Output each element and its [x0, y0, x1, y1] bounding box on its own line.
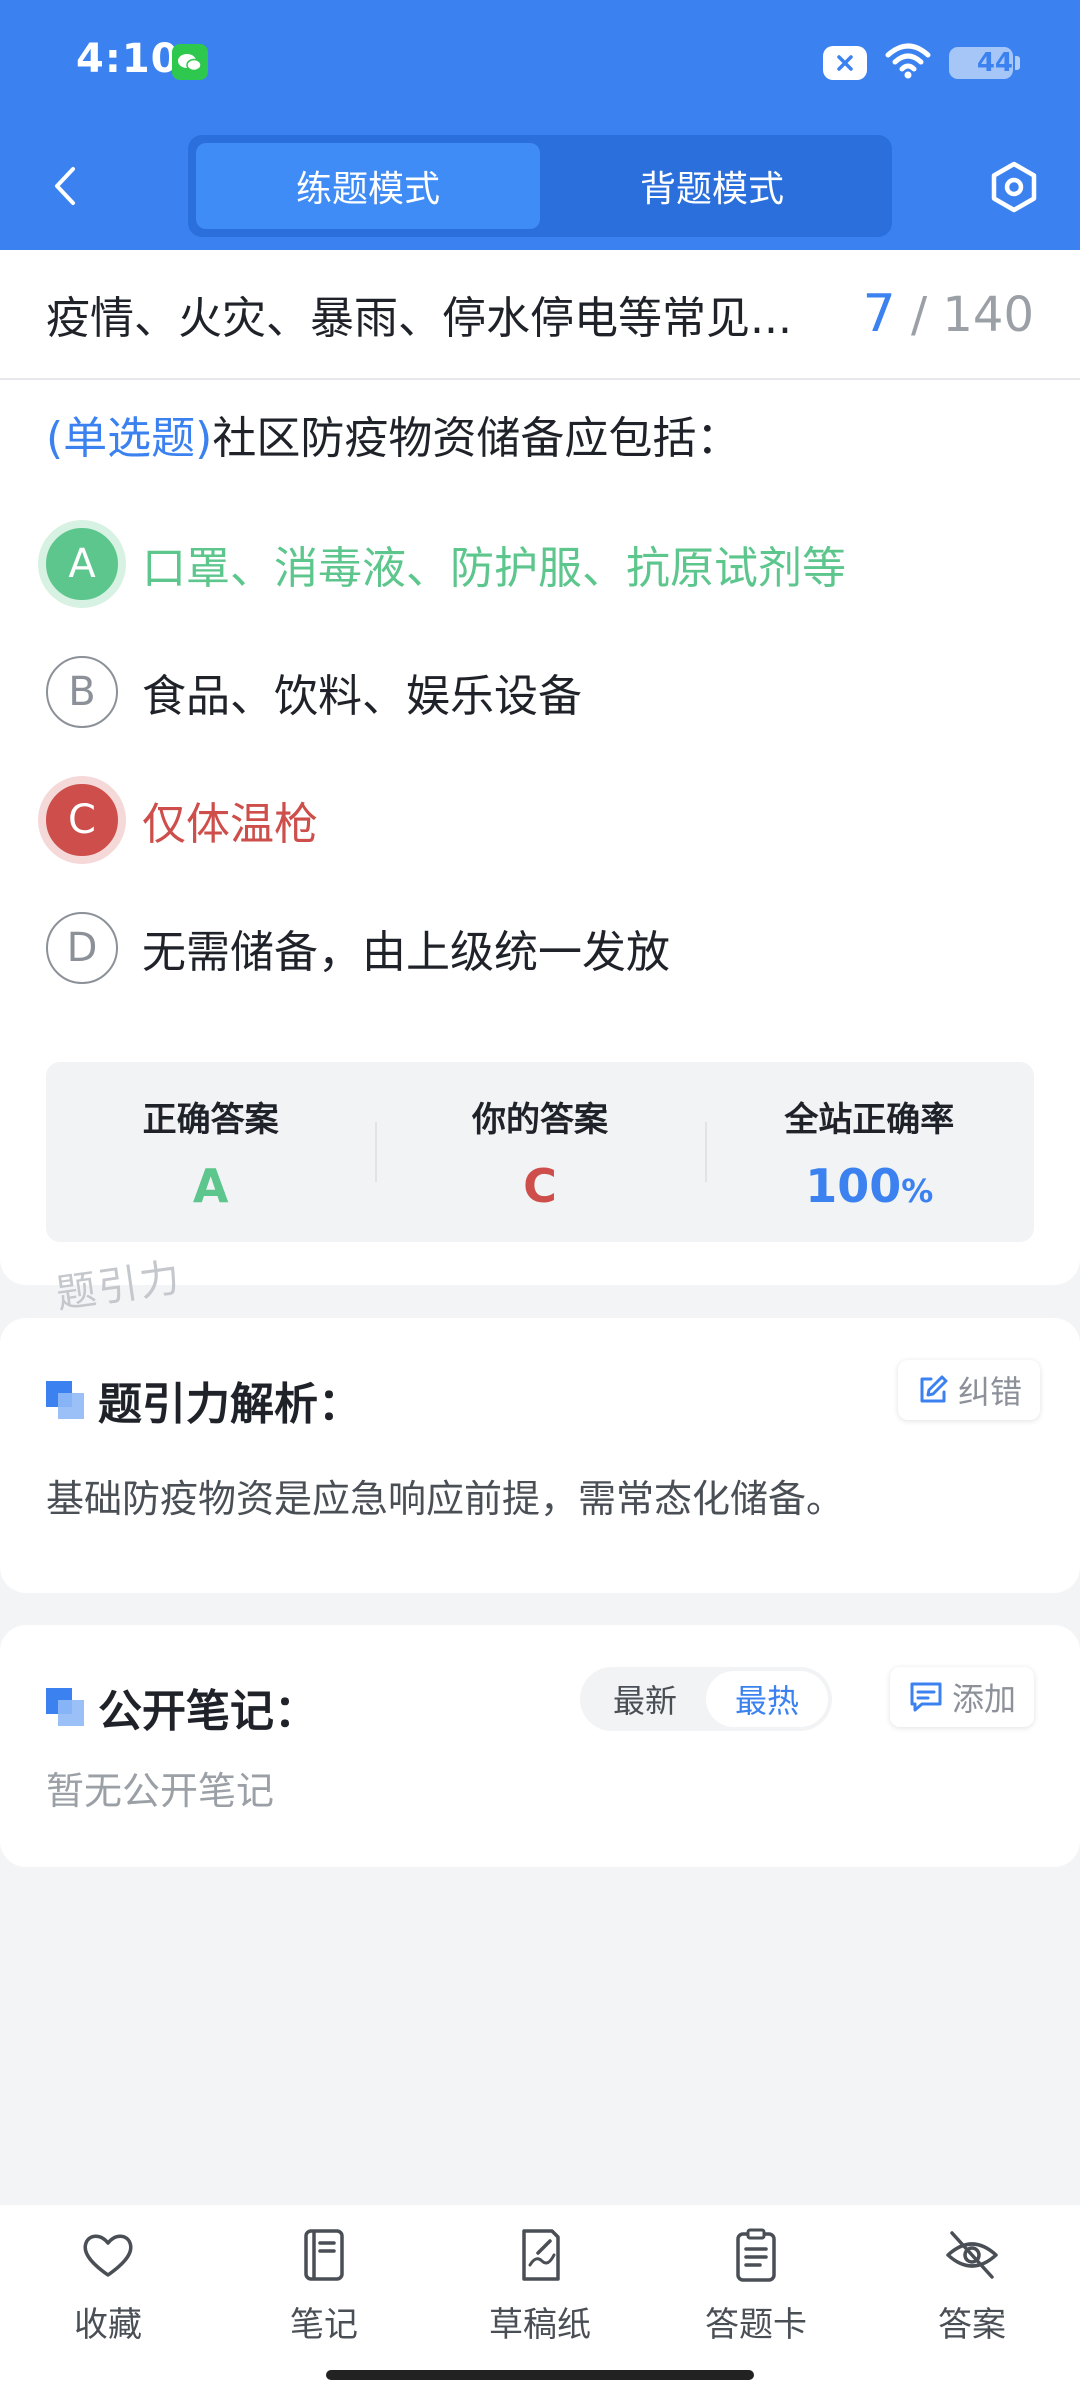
option-d[interactable]: D 无需储备，由上级统一发放 — [0, 884, 1080, 1012]
correct-answer-value: A — [192, 1159, 229, 1213]
edit-icon — [920, 1375, 948, 1403]
add-note-button[interactable]: 添加 — [890, 1667, 1035, 1727]
notes-label: 笔记 — [290, 2305, 358, 2345]
status-bar: 4:10 44 — [0, 0, 1080, 125]
notes-title: 公开笔记： — [98, 1686, 318, 1737]
correct-answer-block: 正确答案 A — [46, 1062, 375, 1242]
wechat-notification-icon — [172, 44, 208, 80]
no-sim-icon — [823, 46, 867, 80]
question-type: (单选题) — [46, 413, 213, 464]
option-text: 食品、饮料、娱乐设备 — [142, 670, 582, 722]
your-answer-block: 你的答案 C — [375, 1062, 704, 1242]
comment-icon — [910, 1682, 942, 1712]
home-indicator[interactable] — [326, 2370, 754, 2380]
options-list: A 口罩、消毒液、防护服、抗原试剂等 B 食品、饮料、娱乐设备 C 仅体温枪 D… — [0, 500, 1080, 1012]
nav-bar: 练题模式 背题模式 — [0, 125, 1080, 250]
report-error-button[interactable]: 纠错 — [898, 1360, 1041, 1420]
empty-notes-text: 暂无公开笔记 — [46, 1769, 275, 1813]
notebook-icon — [304, 2229, 344, 2281]
analysis-header: 题引力解析： — [46, 1368, 362, 1432]
your-answer-value: C — [523, 1159, 557, 1213]
wifi-icon — [885, 43, 931, 83]
accuracy-rate-value: 100% — [805, 1159, 933, 1213]
tab-practice-mode[interactable]: 练题模式 — [196, 143, 540, 229]
option-letter: A — [46, 527, 118, 600]
option-c[interactable]: C 仅体温枪 — [0, 756, 1080, 884]
back-button[interactable] — [42, 161, 92, 211]
question-card: 疫情、火灾、暴雨、停水停电等常见... 7 / 140 (单选题)社区防疫物资储… — [0, 250, 1080, 1285]
section-squares-icon — [46, 1688, 84, 1726]
accuracy-rate-label: 全站正确率 — [784, 1100, 955, 1140]
report-error-label: 纠错 — [958, 1373, 1023, 1411]
battery-tip — [1015, 56, 1020, 70]
public-notes-card: 公开笔记： 最新 最热 添加 暂无公开笔记 — [0, 1625, 1080, 1867]
total-questions: / 140 — [910, 287, 1034, 343]
answer-summary-panel: 正确答案 A 你的答案 C 全站正确率 100% — [46, 1062, 1034, 1242]
mode-toggle: 练题模式 背题模式 — [188, 135, 892, 237]
option-letter: B — [46, 655, 118, 728]
settings-hexagon-icon — [991, 161, 1037, 213]
question-stem: (单选题)社区防疫物资储备应包括： — [0, 380, 1080, 470]
question-text: 社区防疫物资储备应包括： — [212, 413, 741, 464]
analysis-text: 基础防疫物资是应急响应前提，需常态化储备。 — [46, 1477, 845, 1521]
sort-latest[interactable]: 最新 — [584, 1671, 706, 1727]
option-text: 仅体温枪 — [142, 798, 318, 850]
notes-header: 公开笔记： — [46, 1675, 318, 1739]
heart-icon — [83, 2234, 133, 2277]
option-text: 无需储备，由上级统一发放 — [142, 926, 670, 978]
correct-answer-label: 正确答案 — [142, 1100, 279, 1140]
chevron-left-icon — [55, 167, 75, 205]
current-question-number: 7 — [862, 284, 896, 344]
accuracy-rate-block: 全站正确率 100% — [704, 1062, 1034, 1242]
battery-level: 44 — [976, 48, 1013, 78]
battery-icon: 44 — [949, 47, 1013, 79]
sort-hottest[interactable]: 最热 — [706, 1671, 828, 1727]
show-answer-label: 答案 — [938, 2305, 1006, 2345]
status-icons: 44 — [823, 40, 1020, 86]
category-title: 疫情、火灾、暴雨、停水停电等常见... — [46, 293, 792, 344]
your-answer-label: 你的答案 — [471, 1100, 608, 1140]
analysis-title: 题引力解析： — [98, 1379, 362, 1430]
tab-memorize-mode[interactable]: 背题模式 — [540, 143, 884, 229]
accuracy-rate-number: 100 — [805, 1159, 902, 1213]
answer-sheet-icon — [736, 2228, 776, 2282]
draft-paper-label: 草稿纸 — [489, 2305, 591, 2345]
analysis-card: 题引力解析： 纠错 基础防疫物资是应急响应前提，需常态化储备。 — [0, 1318, 1080, 1593]
favorite-label: 收藏 — [74, 2305, 142, 2345]
option-letter: D — [46, 911, 118, 984]
favorite-button[interactable]: 收藏 — [0, 2225, 216, 2400]
question-progress: 7 / 140 — [863, 284, 1034, 344]
option-letter: C — [46, 783, 118, 856]
show-answer-button[interactable]: 答案 — [864, 2225, 1080, 2400]
question-title-row: 疫情、火灾、暴雨、停水停电等常见... 7 / 140 — [0, 250, 1080, 380]
add-note-label: 添加 — [952, 1680, 1017, 1718]
app-header: 4:10 44 练题模式 背题模式 — [0, 0, 1080, 250]
notes-sort-toggle: 最新 最热 — [580, 1667, 832, 1731]
option-text: 口罩、消毒液、防护服、抗原试剂等 — [142, 542, 846, 594]
section-squares-icon — [46, 1381, 84, 1419]
status-time: 4:10 — [76, 36, 180, 82]
settings-button[interactable] — [986, 159, 1042, 215]
option-b[interactable]: B 食品、饮料、娱乐设备 — [0, 628, 1080, 756]
draft-paper-icon — [522, 2229, 560, 2281]
accuracy-rate-unit: % — [901, 1172, 934, 1210]
option-a[interactable]: A 口罩、消毒液、防护服、抗原试剂等 — [0, 500, 1080, 628]
eye-off-icon — [946, 2231, 998, 2279]
answer-sheet-label: 答题卡 — [705, 2305, 807, 2345]
